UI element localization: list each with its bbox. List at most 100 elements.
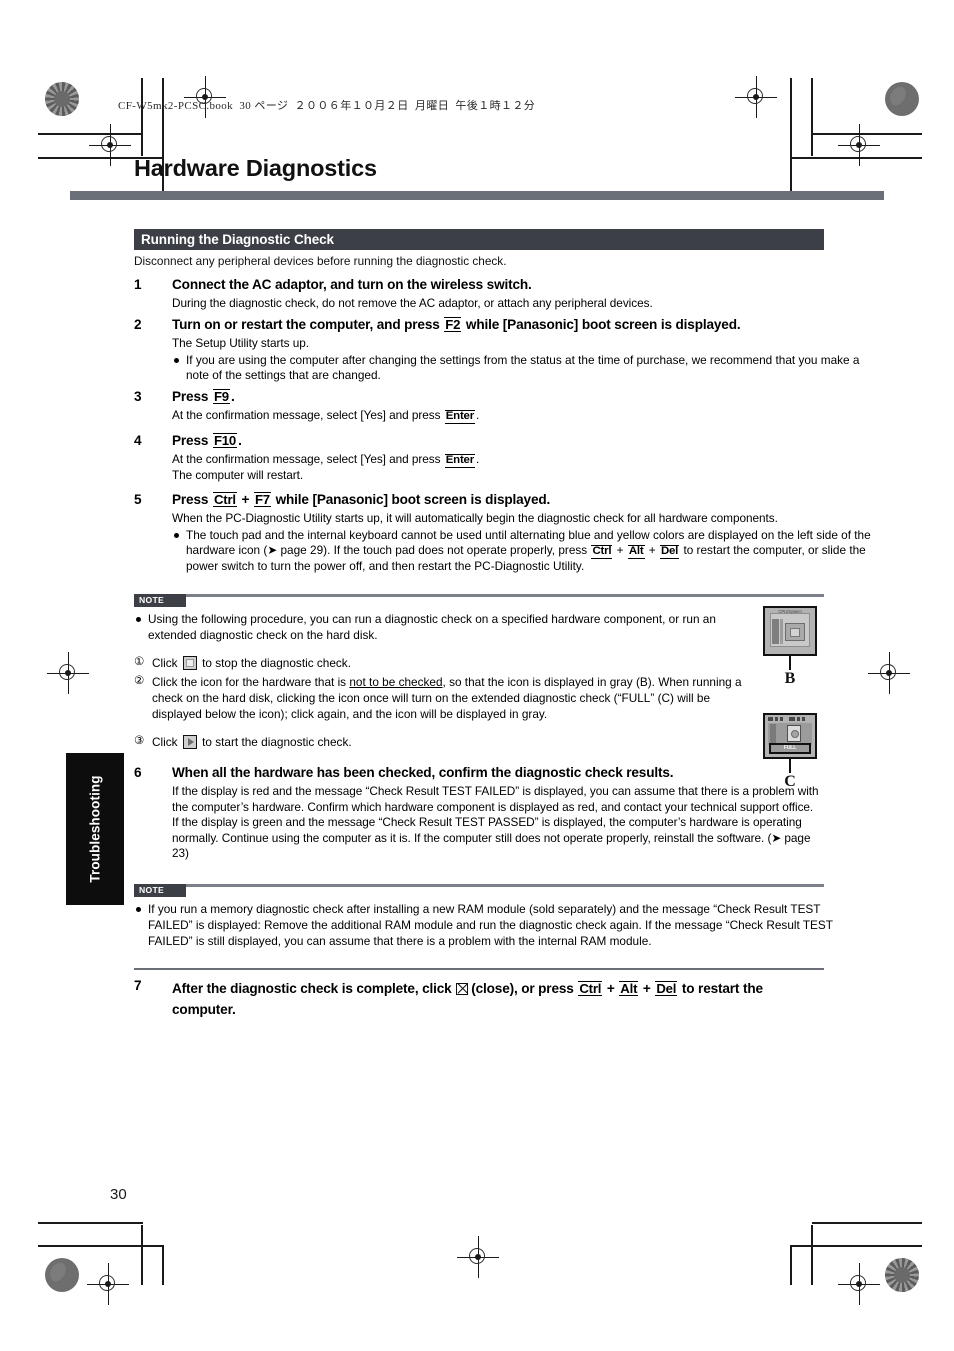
note-bullet: If you run a memory diagnostic check aft… bbox=[134, 902, 834, 949]
step-heading: Press Ctrl + F7 while [Panasonic] boot s… bbox=[172, 492, 826, 509]
note-block-1: NOTE Using the following procedure, you … bbox=[134, 594, 824, 758]
step-paragraph-2-part-b: ) bbox=[185, 846, 189, 861]
figure-group: CPU/System B FULL C bbox=[744, 606, 836, 791]
step-heading: After the diagnostic check is complete, … bbox=[172, 981, 763, 1018]
registration-dot-mark bbox=[45, 1258, 79, 1292]
step-1: 1 Connect the AC adaptor, and turn on th… bbox=[134, 277, 826, 312]
section-heading-bar: Running the Diagnostic Check bbox=[134, 229, 824, 250]
step-heading: Press F10. bbox=[172, 433, 826, 450]
note-item-text-b: to start the diagnostic check. bbox=[202, 734, 352, 749]
key-ctrl: Ctrl bbox=[591, 545, 613, 560]
step-text: At the confirmation message, select [Yes… bbox=[172, 408, 826, 424]
step-heading-part-a: Press bbox=[172, 492, 209, 507]
key-enter: Enter bbox=[444, 453, 475, 468]
registration-dot-mark bbox=[885, 82, 919, 116]
step-heading-part-a: Press bbox=[172, 389, 209, 404]
step-number: 7 bbox=[134, 978, 142, 993]
figure-c-topbar bbox=[768, 717, 812, 739]
key-f10: F10 bbox=[212, 433, 238, 449]
note-bottom-rule bbox=[134, 968, 824, 970]
step-5: 5 Press Ctrl + F7 while [Panasonic] boot… bbox=[134, 492, 871, 575]
page-reference: page 29 bbox=[280, 543, 324, 558]
circled-number: ② bbox=[134, 674, 145, 687]
step-bullet: If you are using the computer after chan… bbox=[172, 353, 870, 385]
step-text: At the confirmation message, select [Yes… bbox=[172, 452, 826, 468]
circled-number: ③ bbox=[134, 734, 145, 747]
figure-c-bar bbox=[770, 724, 776, 744]
plus-sign: + bbox=[241, 492, 250, 507]
key-del: Del bbox=[659, 545, 680, 560]
step-heading-part-b: . bbox=[238, 433, 242, 448]
stop-button-icon bbox=[182, 655, 197, 670]
step-number: 2 bbox=[134, 317, 142, 332]
step-paragraph-2-part-a: If the display is green and the message … bbox=[172, 815, 802, 845]
key-f2: F2 bbox=[444, 317, 462, 333]
figure-b-label: B bbox=[784, 670, 796, 687]
step-text: The Setup Utility starts up. bbox=[172, 335, 309, 350]
figure-b-leader-line bbox=[789, 656, 791, 670]
registration-target-mid-right bbox=[868, 652, 910, 694]
note-item-text-a: Click the icon for the hardware that is bbox=[152, 674, 347, 689]
note-item-3: ③ Click to start the diagnostic check. bbox=[134, 734, 752, 750]
note-item-text-a: Click bbox=[152, 734, 178, 749]
step-6: 6 When all the hardware has been checked… bbox=[134, 765, 826, 862]
registration-target bbox=[838, 124, 880, 166]
step-number: 3 bbox=[134, 389, 142, 404]
key-f7: F7 bbox=[253, 492, 271, 508]
step-heading: Connect the AC adaptor, and turn on the … bbox=[172, 277, 532, 292]
manual-page: CF-W5mk2-PCSC.book 30 ページ ２００６年１０月２日 月曜日… bbox=[0, 0, 954, 1351]
title-rule bbox=[70, 191, 884, 200]
step-text-part-a: At the confirmation message, select [Yes… bbox=[172, 407, 441, 422]
hdd-icon bbox=[787, 725, 801, 742]
key-enter: Enter bbox=[444, 409, 475, 424]
figure-b-gray-hardware-icon: CPU/System bbox=[763, 606, 817, 656]
step-heading: Turn on or restart the computer, and pre… bbox=[172, 317, 826, 334]
step-bullet: The touch pad and the internal keyboard … bbox=[172, 528, 874, 575]
step-number: 4 bbox=[134, 433, 142, 448]
figure-b-bar bbox=[772, 619, 779, 644]
step-text-part-b: . bbox=[475, 451, 480, 466]
step-heading-part-b: (close), or press bbox=[471, 981, 574, 996]
step-heading-part-a: Press bbox=[172, 433, 209, 448]
registration-target bbox=[735, 76, 777, 118]
step-heading-part-b: while [Panasonic] boot screen is display… bbox=[275, 492, 551, 507]
bullet-part-b: ). If the touch pad does not operate pro… bbox=[323, 543, 588, 558]
print-header-text: CF-W5mk2-PCSC.book 30 ページ ２００６年１０月２日 月曜日… bbox=[118, 100, 536, 112]
step-heading-part-a: After the diagnostic check is complete, … bbox=[172, 981, 452, 996]
step-paragraph-2: If the display is green and the message … bbox=[172, 815, 826, 862]
step-number: 5 bbox=[134, 492, 142, 507]
full-badge-label: FULL bbox=[783, 745, 797, 751]
note-item-text-a: Click bbox=[152, 655, 178, 670]
circled-number: ① bbox=[134, 655, 145, 668]
play-button-icon bbox=[182, 734, 197, 749]
step-heading: Press F9. bbox=[172, 389, 826, 406]
registration-target bbox=[838, 1263, 880, 1305]
registration-target-mid-left bbox=[47, 652, 89, 694]
note-item-1: ① Click to stop the diagnostic check. bbox=[134, 655, 752, 671]
figure-b-caption: CPU/System bbox=[778, 609, 802, 614]
registration-star-mark bbox=[885, 1258, 919, 1292]
step-7: 7 After the diagnostic check is complete… bbox=[134, 978, 826, 1020]
step-number: 1 bbox=[134, 277, 142, 292]
page-title: Hardware Diagnostics bbox=[134, 155, 377, 181]
figure-c-full-hdd-icon: FULL bbox=[763, 713, 817, 759]
figure-b-chip-icon bbox=[785, 623, 805, 641]
registration-target bbox=[87, 1263, 129, 1305]
key-del: Del bbox=[655, 981, 678, 997]
step-heading-part-a: Turn on or restart the computer, and pre… bbox=[172, 317, 440, 332]
step-heading-part-b: . bbox=[230, 389, 235, 404]
figure-b-bar-secondary bbox=[780, 619, 783, 644]
step-3: 3 Press F9. At the confirmation message,… bbox=[134, 389, 826, 424]
step-text-extra: The computer will restart. bbox=[172, 467, 304, 482]
step-text: During the diagnostic check, do not remo… bbox=[172, 295, 653, 310]
note-bullet: Using the following procedure, you can r… bbox=[134, 612, 748, 644]
note-item-emphasis: not to be checked bbox=[349, 674, 443, 689]
step-4: 4 Press F10. At the confirmation message… bbox=[134, 433, 826, 483]
close-window-icon bbox=[456, 983, 469, 995]
section-heading-label: Running the Diagnostic Check bbox=[141, 232, 334, 247]
step-paragraph-1: If the display is red and the message “C… bbox=[172, 783, 819, 814]
key-ctrl: Ctrl bbox=[578, 981, 603, 997]
sidebar-chapter-tab-troubleshooting: Troubleshooting bbox=[66, 753, 124, 905]
registration-star-mark bbox=[45, 82, 79, 116]
key-alt: Alt bbox=[627, 545, 645, 560]
